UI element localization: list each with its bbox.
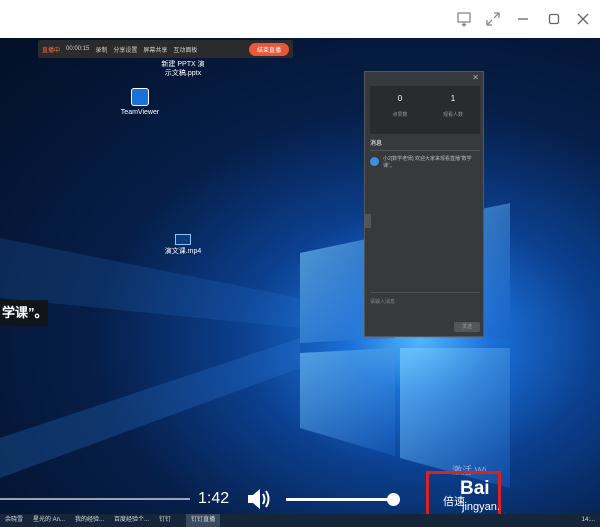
taskbar-item[interactable] <box>176 514 186 527</box>
taskbar-item[interactable]: 百度经验个... <box>109 514 154 527</box>
progress-bar[interactable] <box>0 498 190 500</box>
taskbar-clock: 14:... <box>581 517 595 523</box>
jingyan-logo: jingyan. <box>462 501 500 513</box>
interaction-panel-item[interactable]: 互动面板 <box>173 45 197 54</box>
desktop-wallpaper <box>0 203 510 488</box>
live-timer: 00:00:15 <box>66 46 90 52</box>
taskbar-item[interactable]: 星光的 An... <box>28 514 70 527</box>
panel-close-icon[interactable]: ✕ <box>472 73 479 82</box>
volume-slider[interactable] <box>286 498 394 501</box>
share-settings-item[interactable]: 分享设置 <box>113 45 137 54</box>
taskbar-item[interactable]: 我的经验... <box>70 514 109 527</box>
chat-message-text: 小2[数学老师] 欢迎大家来观看直播“数学课”。 <box>383 156 472 169</box>
expand-icon[interactable] <box>482 8 504 30</box>
minimize-icon[interactable] <box>512 8 534 30</box>
likes-stat: 0 点赞数 <box>375 94 425 118</box>
viewers-count: 1 <box>450 94 456 103</box>
taskbar-item[interactable]: 余晓雪 <box>0 514 28 527</box>
likes-label: 点赞数 <box>392 112 408 118</box>
likes-count: 0 <box>397 94 403 103</box>
divider <box>370 150 480 151</box>
live-status: 直播中 <box>42 47 61 54</box>
stats-box: 0 点赞数 1 观看人数 <box>370 86 480 134</box>
close-icon[interactable] <box>572 8 594 30</box>
playback-time: 1:42 <box>198 490 230 507</box>
taskbar-item[interactable]: 钉钉 <box>154 514 176 527</box>
desktop-icon-video[interactable]: 演文课.mp4 <box>158 234 208 256</box>
end-live-button[interactable]: 结束直播 <box>248 42 289 56</box>
video-file-label: 演文课.mp4 <box>164 248 202 255</box>
window-titlebar <box>0 0 600 38</box>
pptx-label: 新建 PPTX 演示文稿.pptx <box>161 61 205 77</box>
teamviewer-label: TeamViewer <box>120 109 160 116</box>
live-recording-toolbar: 直播中 00:00:15 录制 分享设置 屏幕共享 互动面板 结束直播 <box>38 40 293 58</box>
taskbar: 余晓雪 星光的 An... 我的经验... 百度经验个... 钉钉 钉钉直播 1… <box>0 514 600 527</box>
divider <box>370 292 480 293</box>
volume-knob[interactable] <box>387 493 400 506</box>
panel-collapse-handle[interactable] <box>365 214 371 228</box>
pin-icon[interactable] <box>453 8 475 30</box>
video-player[interactable]: 直播中 00:00:15 录制 分享设置 屏幕共享 互动面板 结束直播 新建 P… <box>0 38 600 527</box>
taskbar-item-active[interactable]: 钉钉直播 <box>186 514 221 527</box>
teamviewer-icon <box>131 88 149 106</box>
viewers-stat: 1 观看人数 <box>428 94 478 118</box>
maximize-icon[interactable] <box>543 8 565 30</box>
screen-share-item[interactable]: 屏幕共享 <box>143 45 167 54</box>
avatar <box>370 157 379 166</box>
player-controls: 1:42 <box>0 484 600 514</box>
video-file-icon <box>175 234 191 245</box>
chat-message: 小2[数学老师] 欢迎大家来观看直播“数学课”。 <box>370 156 480 170</box>
viewers-label: 观看人数 <box>442 112 463 118</box>
subtitle-text: 学课”。 <box>0 300 48 326</box>
send-button[interactable]: 发送 <box>454 322 480 332</box>
desktop-icon-pptx[interactable]: 新建 PPTX 演示文稿.pptx <box>158 60 208 78</box>
volume-icon[interactable] <box>245 486 273 512</box>
record-item[interactable]: 录制 <box>95 45 107 54</box>
messages-title: 消息 <box>370 141 383 147</box>
chat-panel: ✕ 0 点赞数 1 观看人数 消息 小2[数学老师] 欢迎大家来观看直播“数学课… <box>364 71 484 337</box>
message-input[interactable]: 请输入消息 <box>370 298 395 305</box>
desktop-icon-teamviewer[interactable]: TeamViewer <box>115 88 165 117</box>
